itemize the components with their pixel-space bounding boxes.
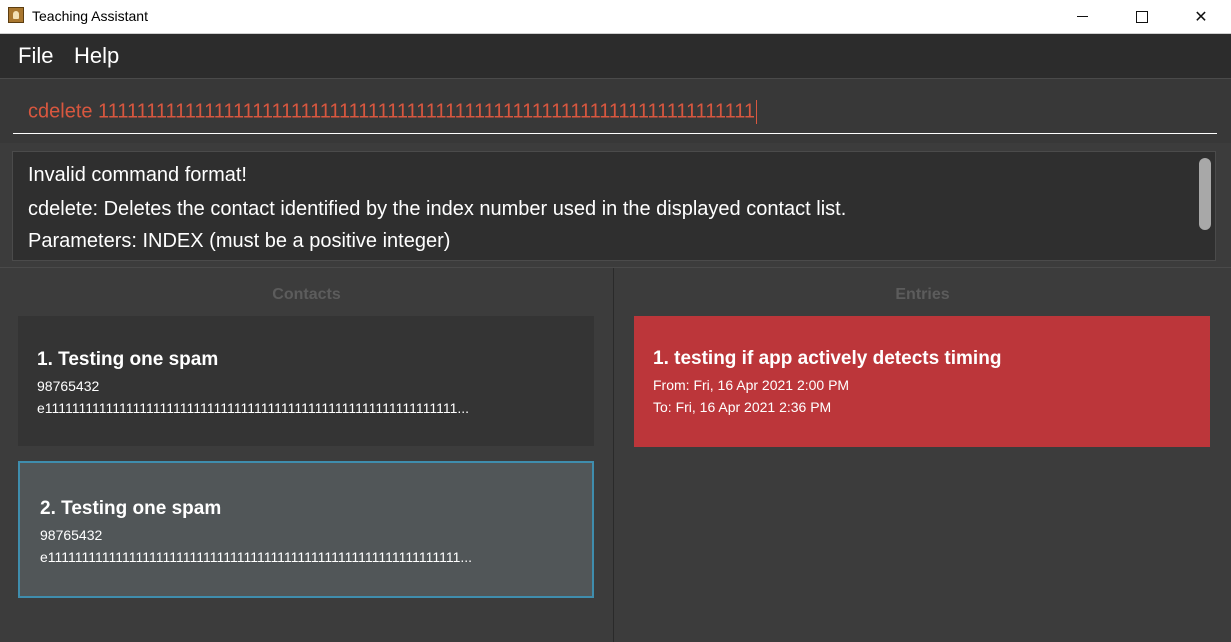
menu-bar: File Help — [0, 34, 1231, 79]
minimize-button[interactable] — [1052, 0, 1112, 33]
entry-title: 1. testing if app actively detects timin… — [653, 348, 1002, 369]
contact-phone: 98765432 — [40, 527, 103, 543]
contacts-title: Contacts — [272, 286, 341, 303]
menu-file[interactable]: File — [18, 43, 53, 69]
result-line-3: Parameters: INDEX (must be a positive in… — [28, 230, 451, 252]
entries-title: Entries — [895, 286, 950, 303]
maximize-icon — [1136, 10, 1148, 23]
minimize-icon — [1076, 16, 1088, 17]
result-scrollbar[interactable] — [1199, 158, 1211, 230]
command-area: cdelete 11111111111111111111111111111111… — [0, 79, 1231, 143]
contact-email: e111111111111111111111111111111111111111… — [40, 549, 473, 565]
contact-card[interactable]: 1. Testing one spam 98765432 e1111111111… — [18, 316, 594, 446]
menu-help[interactable]: Help — [74, 43, 119, 69]
contact-card-selected[interactable]: 2. Testing one spam 98765432 e1111111111… — [18, 461, 594, 598]
command-text: cdelete 11111111111111111111111111111111… — [28, 100, 757, 124]
result-display: Invalid command format! cdelete: Deletes… — [12, 151, 1216, 261]
maximize-button[interactable] — [1112, 0, 1172, 33]
contact-email: e111111111111111111111111111111111111111… — [37, 400, 470, 416]
close-icon: ✕ — [1194, 8, 1208, 26]
contact-phone: 98765432 — [37, 378, 100, 394]
entry-card[interactable]: 1. testing if app actively detects timin… — [634, 316, 1210, 447]
entry-end-time: To: Fri, 16 Apr 2021 2:36 PM — [653, 399, 832, 415]
contacts-pane: Contacts 1. Testing one spam 98765432 e1… — [0, 268, 614, 642]
contact-name: 2. Testing one spam — [40, 498, 222, 519]
result-line-2: cdelete: Deletes the contact identified … — [28, 198, 847, 220]
title-bar: Teaching Assistant ✕ — [0, 0, 1231, 34]
result-line-1: Invalid command format! — [28, 164, 247, 186]
contact-name: 1. Testing one spam — [37, 349, 219, 370]
entries-pane: Entries 1. testing if app actively detec… — [614, 268, 1231, 642]
entry-start-time: From: Fri, 16 Apr 2021 2:00 PM — [653, 377, 850, 393]
app-icon — [8, 7, 24, 23]
command-value: cdelete 11111111111111111111111111111111… — [28, 100, 755, 123]
window-title: Teaching Assistant — [32, 8, 148, 24]
text-caret — [755, 100, 757, 124]
command-input[interactable]: cdelete 11111111111111111111111111111111… — [13, 91, 1217, 134]
close-button[interactable]: ✕ — [1171, 0, 1231, 33]
